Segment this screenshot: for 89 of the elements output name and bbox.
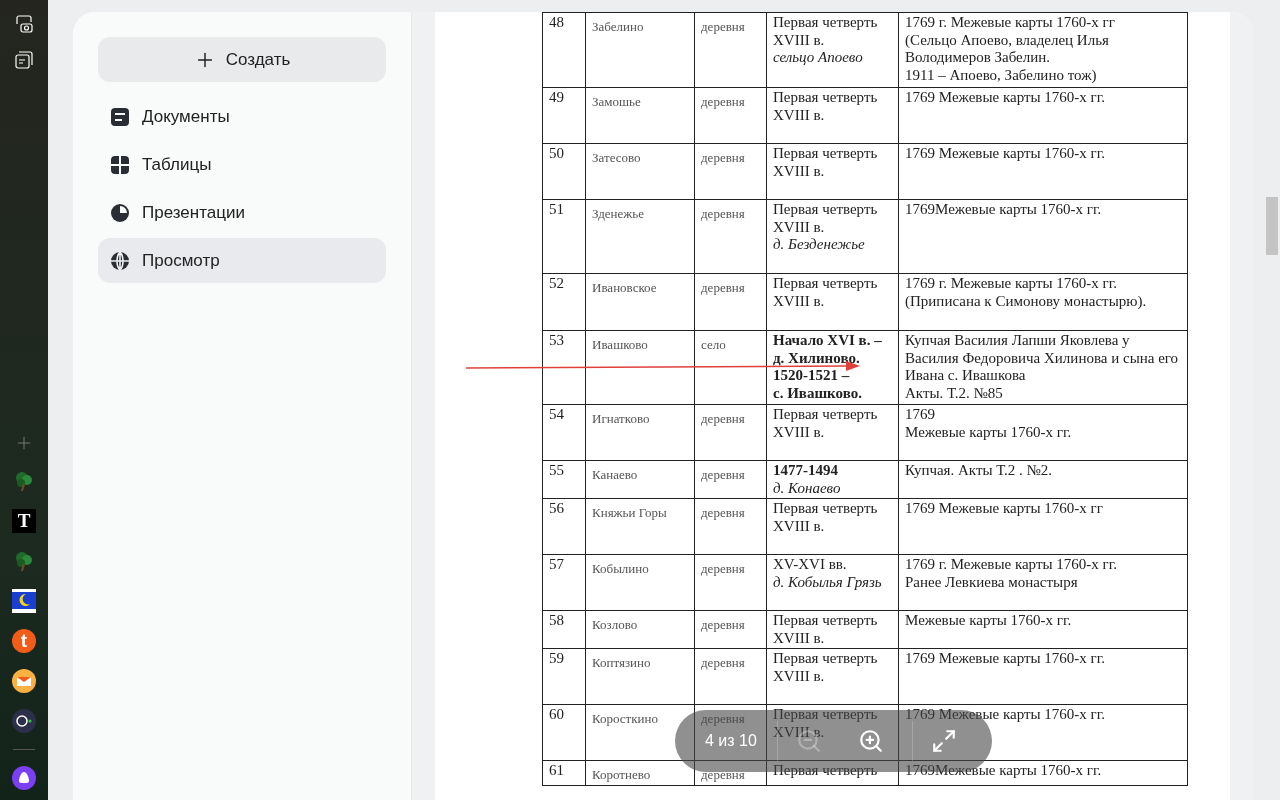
table-cell: 1769 г. Межевые карты 1760-х гг (Сельцо Апоево, владелец Илья Володимеров Забелин. 1911 – Апоево, Забелино тож): [898, 12, 1188, 88]
table-cell: 1769 Межевые карты 1760-х гг.: [898, 404, 1188, 461]
table-cell: 58: [542, 610, 586, 649]
table-cell: деревня: [694, 460, 767, 499]
table-cell: 48: [542, 12, 586, 88]
table-cell: деревня: [694, 404, 767, 461]
table-cell: Коптязино: [585, 648, 695, 705]
sidebar-item[interactable]: Документы: [98, 94, 386, 139]
table-icon: [110, 154, 130, 175]
pie-chart-icon: [110, 202, 130, 223]
screenshot-icon[interactable]: [14, 14, 34, 34]
table-cell: Зденежье: [585, 199, 695, 274]
table-cell: 49: [542, 87, 586, 144]
table-cell: деревня: [694, 760, 767, 785]
table-cell: 52: [542, 273, 586, 331]
table-cell: 53: [542, 330, 586, 405]
table-cell: деревня: [694, 87, 767, 144]
table-cell: Канаево: [585, 460, 695, 499]
table-cell: 61: [542, 760, 586, 785]
table-cell: 1769 Межевые карты 1760-х гг: [898, 498, 1188, 555]
table-cell: 1769 Межевые карты 1760-х гг.: [898, 648, 1188, 705]
globe-icon: [110, 250, 130, 271]
camera-icon[interactable]: [12, 709, 36, 733]
table-cell: Первая четверть XVIII в.: [766, 704, 899, 761]
table-cell: Игнатково: [585, 404, 695, 461]
table-cell: 50: [542, 143, 586, 200]
sidebar-item-label: Презентации: [142, 202, 245, 223]
table-cell: Первая четверть XVIII в.: [766, 273, 899, 331]
table-cell: Козлово: [585, 610, 695, 649]
table-cell: 1769 Межевые карты 1760-х гг.: [898, 143, 1188, 200]
table-cell: 1769 г. Межевые карты 1760-х гг. Ранее Левкиева монастыря: [898, 554, 1188, 611]
table-cell: Купчая. Акты Т.2 . №2.: [898, 460, 1188, 499]
expand-icon: [930, 728, 957, 754]
table-cell: Забелино: [585, 12, 695, 88]
table-cell: деревня: [694, 199, 767, 274]
table-cell: 55: [542, 460, 586, 499]
zoom-in-icon: [857, 728, 884, 754]
table-cell: 1769Межевые карты 1760-х гг.: [898, 199, 1188, 274]
table-cell: Первая четверть XVIII в.: [766, 404, 899, 461]
sidebar-item-label: Таблицы: [142, 154, 212, 175]
sidebar-item-label: Просмотр: [142, 250, 220, 271]
table-cell: Первая четверть XVIII в.: [766, 648, 899, 705]
table-cell: 1769 Межевые карты 1760-х гг.: [898, 87, 1188, 144]
table-cell: село: [694, 330, 767, 405]
table-cell: 57: [542, 554, 586, 611]
table-cell: Княжьи Горы: [585, 498, 695, 555]
table-cell: Ивановское: [585, 273, 695, 331]
assistant-icon[interactable]: [12, 766, 36, 790]
table-cell: Коросткино: [585, 704, 695, 761]
table-cell: деревня: [694, 554, 767, 611]
table-cell: 1477-1494 д. Конаево: [766, 460, 899, 499]
table-cell: 54: [542, 404, 586, 461]
table-cell: 1769Межевые карты 1760-х гг.: [898, 760, 1188, 785]
table-cell: Первая четверть XVIII в.: [766, 498, 899, 555]
sidebar-item[interactable]: Таблицы: [98, 142, 386, 187]
table-cell: 51: [542, 199, 586, 274]
table-cell: Затесово: [585, 143, 695, 200]
table-cell: Замошье: [585, 87, 695, 144]
table-cell: Коротнево: [585, 760, 695, 785]
table-cell: Первая четверть XVIII в. д. Безденежье: [766, 199, 899, 274]
scrollbar-thumb[interactable]: [1266, 197, 1278, 255]
table-cell: Купчая Василия Лапши Яковлева у Василия Федоровича Хилинова и сына его Ивана с. Ивашкова Акты. Т.2. №85: [898, 330, 1188, 405]
sidebar-item[interactable]: Презентации: [98, 190, 386, 235]
table-cell: Первая четверть XVIII в.: [766, 610, 899, 649]
app-tile[interactable]: T: [12, 509, 36, 533]
table-cell: 56: [542, 498, 586, 555]
table-cell: деревня: [694, 12, 767, 88]
table-cell: 59: [542, 648, 586, 705]
table-cell: деревня: [694, 273, 767, 331]
table-cell: Межевые карты 1760-х гг.: [898, 610, 1188, 649]
create-button[interactable]: Создать: [98, 37, 386, 82]
mail-icon[interactable]: [12, 669, 36, 693]
table-cell: XV-XVI вв. д. Кобылья Грязь: [766, 554, 899, 611]
table-cell: 1769 г. Межевые карты 1760-х гг. (Приписана к Симонову монастырю).: [898, 273, 1188, 331]
table-cell: деревня: [694, 610, 767, 649]
table-cell: Первая четверть XVIII в. сельцо Апоево: [766, 12, 899, 88]
notes-icon[interactable]: [14, 50, 34, 70]
table-cell: Первая четверть XVIII в.: [766, 143, 899, 200]
table-cell: деревня: [694, 648, 767, 705]
table-cell: Кобылино: [585, 554, 695, 611]
sidebar-item[interactable]: Просмотр: [98, 238, 386, 283]
table-cell: деревня: [694, 143, 767, 200]
sidebar-item-label: Документы: [142, 106, 230, 127]
document-icon: [110, 106, 130, 127]
table-cell: деревня: [694, 498, 767, 555]
moon-flag-icon[interactable]: [12, 589, 36, 613]
table-cell: Ивашково: [585, 330, 695, 405]
table-cell: Первая четверть XVIII в.: [766, 87, 899, 144]
table-cell: 60: [542, 704, 586, 761]
